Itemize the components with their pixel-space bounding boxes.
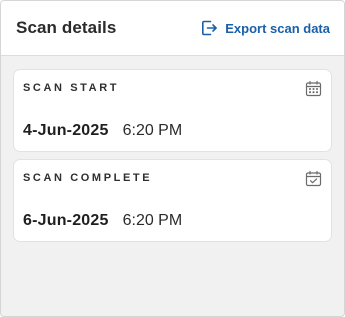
panel-title: Scan details	[16, 18, 117, 37]
export-icon	[200, 19, 218, 37]
scan-complete-card: SCAN COMPLETE 6-Jun-2025 6:20 PM	[13, 159, 332, 242]
scan-cards: SCAN START 4-Jun-2025 6:20 PM SCAN COMPL…	[1, 56, 344, 242]
scan-start-date: 4-Jun-2025	[23, 122, 109, 139]
scan-start-time: 6:20 PM	[122, 122, 183, 139]
scan-start-card: SCAN START 4-Jun-2025 6:20 PM	[13, 69, 332, 152]
scan-details-panel: Scan details Export scan data SCAN START	[0, 0, 345, 317]
panel-header: Scan details Export scan data	[1, 1, 344, 56]
scan-complete-value: 6-Jun-2025 6:20 PM	[23, 212, 182, 230]
scan-start-label: SCAN START	[23, 82, 120, 94]
scan-complete-time: 6:20 PM	[122, 212, 183, 229]
scan-start-value: 4-Jun-2025 6:20 PM	[23, 122, 182, 140]
calendar-icon	[305, 80, 322, 97]
calendar-check-icon	[305, 170, 322, 187]
scan-complete-date: 6-Jun-2025	[23, 212, 109, 229]
export-scan-data-button[interactable]: Export scan data	[200, 19, 330, 37]
export-scan-data-label: Export scan data	[225, 20, 330, 36]
scan-complete-label: SCAN COMPLETE	[23, 172, 153, 184]
